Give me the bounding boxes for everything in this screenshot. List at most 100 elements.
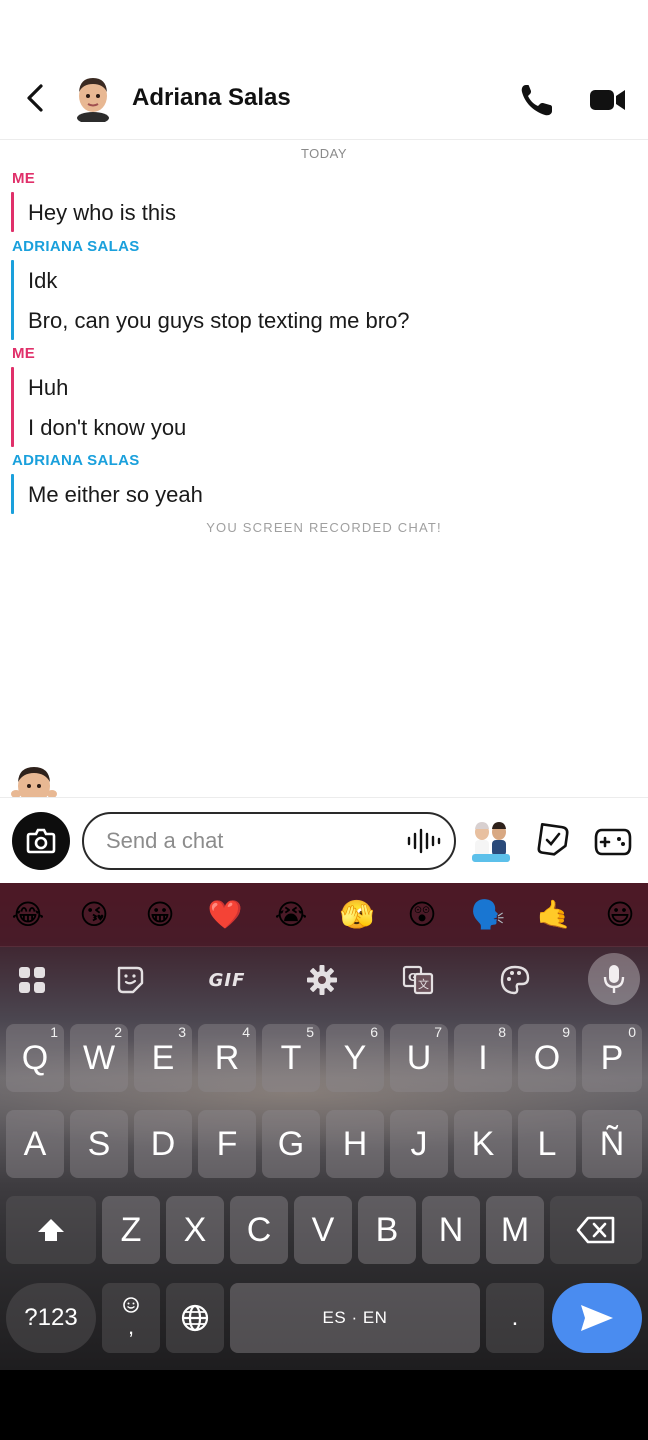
theme-button[interactable] xyxy=(495,961,535,999)
emoji-suggestion-row: 😂 😘 😀 ❤️ 😭 🫣 😲 🗣️ 🤙 😃 xyxy=(0,883,648,947)
keyboard-toolbar: GIF G 文 xyxy=(0,947,648,1013)
key-l[interactable]: L xyxy=(518,1110,576,1178)
voice-note-button[interactable] xyxy=(406,828,442,854)
chat-header: Adriana Salas xyxy=(0,56,648,140)
key-label: R xyxy=(214,1038,240,1077)
key-o[interactable]: O9 xyxy=(518,1024,576,1092)
message-text[interactable]: Huh xyxy=(28,375,68,401)
sender-label: ADRIANA SALAS xyxy=(12,452,140,469)
emoji-suggestion[interactable]: 😂 xyxy=(10,897,46,933)
key-f[interactable]: F xyxy=(198,1110,256,1178)
emoji-suggestion[interactable]: 😲 xyxy=(404,897,440,933)
key-m[interactable]: M xyxy=(486,1196,544,1264)
chat-screen: Adriana Salas TODAY ME Hey who is this A… xyxy=(0,0,648,1370)
key-hint: 8 xyxy=(498,1024,506,1040)
space-key[interactable]: ES · EN xyxy=(230,1283,480,1353)
key-s[interactable]: S xyxy=(70,1110,128,1178)
key-label: . xyxy=(511,1304,519,1331)
video-camera-icon xyxy=(590,90,625,110)
send-arrow-icon xyxy=(581,1305,613,1331)
camera-button[interactable] xyxy=(12,812,70,870)
bitmoji-button[interactable] xyxy=(468,816,514,864)
message-bar xyxy=(11,367,14,447)
message-text[interactable]: Bro, can you guys stop texting me bro? xyxy=(28,308,410,334)
key-w[interactable]: W2 xyxy=(70,1024,128,1092)
key-z[interactable]: Z xyxy=(102,1196,160,1264)
period-key[interactable]: . xyxy=(486,1283,544,1353)
key-c[interactable]: C xyxy=(230,1196,288,1264)
contact-avatar[interactable] xyxy=(70,74,116,124)
key-y[interactable]: Y6 xyxy=(326,1024,384,1092)
key-hint: 2 xyxy=(114,1024,122,1040)
message-text[interactable]: I don't know you xyxy=(28,415,186,441)
svg-text:文: 文 xyxy=(418,977,429,991)
contact-name[interactable]: Adriana Salas xyxy=(132,84,291,112)
key-n[interactable]: N xyxy=(422,1196,480,1264)
key-p[interactable]: P0 xyxy=(582,1024,642,1092)
key-r[interactable]: R4 xyxy=(198,1024,256,1092)
chat-message-input[interactable] xyxy=(82,812,456,870)
screen-recorded-notice: YOU SCREEN RECORDED CHAT! xyxy=(206,520,442,535)
key-label: , xyxy=(127,1314,135,1339)
microphone-icon xyxy=(603,965,625,993)
message-bar xyxy=(11,192,14,232)
emoji-comma-key[interactable]: , xyxy=(102,1283,160,1353)
key-label: L xyxy=(537,1124,557,1163)
key-t[interactable]: T5 xyxy=(262,1024,320,1092)
emoji-suggestion[interactable]: 🤙 xyxy=(536,897,572,933)
keyboard-settings-button[interactable] xyxy=(302,961,342,999)
key-h[interactable]: H xyxy=(326,1110,384,1178)
key-g[interactable]: G xyxy=(262,1110,320,1178)
video-call-button[interactable] xyxy=(588,84,628,116)
apps-button[interactable] xyxy=(12,961,52,999)
key-q[interactable]: Q1 xyxy=(6,1024,64,1092)
key-x[interactable]: X xyxy=(166,1196,224,1264)
sticker-icon xyxy=(537,823,569,856)
keyboard-sticker-button[interactable] xyxy=(110,961,150,999)
key-v[interactable]: V xyxy=(294,1196,352,1264)
emoji-suggestion[interactable]: 😃 xyxy=(602,897,638,933)
key-e[interactable]: E3 xyxy=(134,1024,192,1092)
key-n-tilde[interactable]: Ñ xyxy=(582,1110,642,1178)
key-label: V xyxy=(311,1210,335,1249)
shift-key[interactable] xyxy=(6,1196,96,1264)
message-text[interactable]: Me either so yeah xyxy=(28,482,203,508)
soft-keyboard: 😂 😘 😀 ❤️ 😭 🫣 😲 🗣️ 🤙 😃 GIF G 文 Q 1 W 2 E … xyxy=(0,883,648,1370)
backspace-key[interactable] xyxy=(550,1196,642,1264)
key-b[interactable]: B xyxy=(358,1196,416,1264)
chevron-left-icon xyxy=(27,84,43,112)
voice-waveform-icon xyxy=(407,828,441,854)
key-u[interactable]: U7 xyxy=(390,1024,448,1092)
key-i[interactable]: I8 xyxy=(454,1024,512,1092)
emoji-suggestion[interactable]: 🗣️ xyxy=(470,897,506,933)
translate-icon: G 文 xyxy=(402,965,434,995)
symbols-key[interactable]: ?123 xyxy=(6,1283,96,1353)
message-text[interactable]: Idk xyxy=(28,268,57,294)
key-label: B xyxy=(375,1210,399,1249)
key-a[interactable]: A xyxy=(6,1110,64,1178)
key-label: E xyxy=(151,1038,175,1077)
voice-call-button[interactable] xyxy=(518,82,556,118)
sticker-icon xyxy=(117,966,144,994)
message-text[interactable]: Hey who is this xyxy=(28,200,176,226)
chat-input-bar xyxy=(0,797,648,883)
key-j[interactable]: J xyxy=(390,1110,448,1178)
back-button[interactable] xyxy=(18,80,52,116)
emoji-suggestion[interactable]: 🫣 xyxy=(339,897,375,933)
games-button[interactable] xyxy=(594,824,632,858)
language-key[interactable] xyxy=(166,1283,224,1353)
voice-typing-button[interactable] xyxy=(588,953,640,1005)
send-key[interactable] xyxy=(552,1283,642,1353)
key-label: Ñ xyxy=(599,1124,625,1163)
key-k[interactable]: K xyxy=(454,1110,512,1178)
key-d[interactable]: D xyxy=(134,1110,192,1178)
translate-button[interactable]: G 文 xyxy=(398,961,438,999)
emoji-suggestion[interactable]: 😀 xyxy=(142,897,178,933)
emoji-suggestion[interactable]: 😭 xyxy=(273,897,309,933)
emoji-suggestion[interactable]: ❤️ xyxy=(207,897,243,933)
sender-label: ME xyxy=(12,345,36,362)
key-label: A xyxy=(23,1124,47,1163)
sticker-button[interactable] xyxy=(534,822,572,860)
emoji-suggestion[interactable]: 😘 xyxy=(76,897,112,933)
gif-button[interactable]: GIF xyxy=(204,961,250,999)
